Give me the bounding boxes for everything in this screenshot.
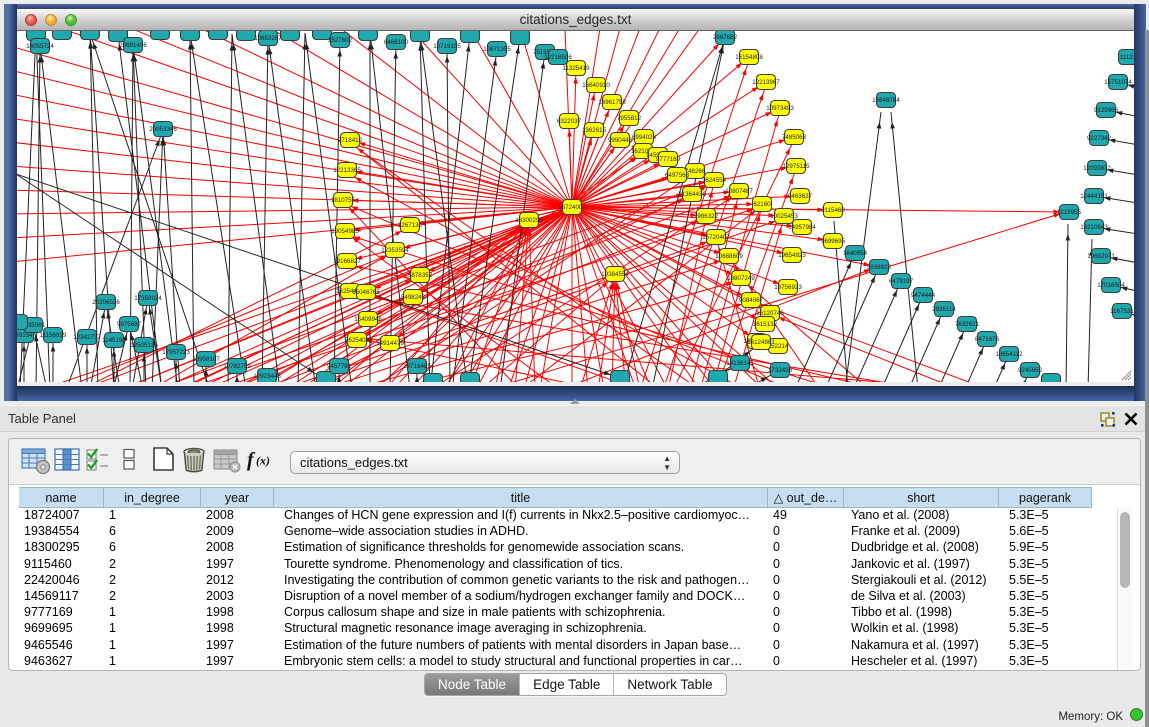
svg-text:10782759: 10782759 bbox=[223, 363, 251, 370]
svg-text:20053346: 20053346 bbox=[149, 126, 177, 133]
svg-text:20206526: 20206526 bbox=[92, 299, 120, 306]
svg-text:3267130: 3267130 bbox=[398, 222, 423, 229]
svg-text:7632621: 7632621 bbox=[955, 321, 980, 328]
svg-text:1362615: 1362615 bbox=[582, 127, 607, 134]
svg-text:10958107: 10958107 bbox=[192, 356, 220, 363]
svg-text:10807487: 10807487 bbox=[725, 188, 753, 195]
svg-text:10654112: 10654112 bbox=[995, 351, 1023, 358]
svg-text:9227342: 9227342 bbox=[1087, 135, 1112, 142]
svg-text:16124861: 16124861 bbox=[747, 339, 775, 346]
svg-text:1167531: 1167531 bbox=[1110, 308, 1134, 315]
svg-text:17016504: 17016504 bbox=[1097, 282, 1125, 289]
svg-text:6994028: 6994028 bbox=[632, 134, 657, 141]
svg-text:16210643: 16210643 bbox=[1080, 224, 1108, 231]
svg-text:12505135: 12505135 bbox=[130, 342, 158, 349]
svg-text:12093872: 12093872 bbox=[1083, 165, 1111, 172]
svg-text:12444151: 12444151 bbox=[1080, 193, 1108, 200]
svg-text:12342737: 12342737 bbox=[73, 334, 101, 341]
svg-text:16640910: 16640910 bbox=[582, 82, 610, 89]
svg-text:1215955: 1215955 bbox=[1057, 209, 1082, 216]
svg-text:11325419: 11325419 bbox=[562, 65, 590, 72]
svg-text:18300295: 18300295 bbox=[515, 217, 543, 224]
svg-text:18807249: 18807249 bbox=[727, 275, 755, 282]
svg-text:19384554: 19384554 bbox=[601, 271, 629, 278]
svg-text:10719155: 10719155 bbox=[433, 43, 461, 50]
svg-text:10025453: 10025453 bbox=[770, 213, 798, 220]
svg-text:1145194: 1145194 bbox=[102, 337, 126, 344]
svg-text:9777169: 9777169 bbox=[656, 156, 681, 163]
svg-text:7485063: 7485063 bbox=[782, 134, 807, 141]
svg-text:9115460: 9115460 bbox=[821, 207, 845, 214]
svg-text:f: f bbox=[247, 449, 256, 471]
svg-text:19054985: 19054985 bbox=[331, 228, 359, 235]
svg-text:1733426: 1733426 bbox=[768, 367, 793, 374]
svg-text:9699695: 9699695 bbox=[821, 238, 846, 245]
svg-text:5878352: 5878352 bbox=[408, 272, 433, 279]
svg-text:21364436: 21364436 bbox=[678, 191, 706, 198]
svg-text:2718412: 2718412 bbox=[338, 137, 363, 144]
svg-text:2687682: 2687682 bbox=[713, 34, 738, 41]
svg-text:13716485: 13716485 bbox=[403, 363, 431, 370]
svg-text:6466100: 6466100 bbox=[384, 39, 409, 46]
svg-text:11156829: 11156829 bbox=[40, 332, 67, 339]
svg-text:9245652: 9245652 bbox=[1018, 367, 1043, 374]
svg-text:10653267: 10653267 bbox=[254, 35, 282, 42]
svg-text:7955812: 7955812 bbox=[617, 115, 642, 122]
svg-text:12218506: 12218506 bbox=[544, 54, 572, 61]
svg-text:1810755: 1810755 bbox=[331, 197, 356, 204]
svg-text:19692971: 19692971 bbox=[1087, 253, 1115, 260]
svg-text:20691406: 20691406 bbox=[119, 42, 147, 49]
svg-text:19166827: 19166827 bbox=[333, 258, 361, 265]
svg-text:12213967: 12213967 bbox=[752, 79, 780, 86]
svg-text:15409948: 15409948 bbox=[354, 316, 382, 323]
svg-text:39154: 39154 bbox=[17, 332, 33, 339]
svg-text:5498242: 5498242 bbox=[401, 294, 426, 301]
svg-text:1640954: 1640954 bbox=[843, 250, 868, 257]
svg-text:9975687: 9975687 bbox=[117, 321, 142, 328]
svg-text:7986322: 7986322 bbox=[694, 213, 719, 220]
svg-text:9463627: 9463627 bbox=[788, 193, 813, 200]
svg-text:18724007: 18724007 bbox=[558, 204, 586, 211]
svg-text:8471676: 8471676 bbox=[975, 336, 1000, 343]
svg-text:16648784: 16648784 bbox=[872, 97, 900, 104]
svg-text:14957984: 14957984 bbox=[788, 224, 816, 231]
svg-text:9474444: 9474444 bbox=[911, 292, 936, 299]
svg-text:17957223: 17957223 bbox=[162, 349, 190, 356]
svg-text:12923448: 12923448 bbox=[253, 373, 281, 380]
svg-text:19654923: 19654923 bbox=[778, 252, 806, 259]
svg-text:10973493: 10973493 bbox=[766, 105, 794, 112]
svg-text:1527602: 1527602 bbox=[328, 37, 353, 44]
svg-text:14914479: 14914479 bbox=[376, 340, 404, 347]
svg-text:15046766: 15046766 bbox=[352, 289, 380, 296]
svg-text:9457791: 9457791 bbox=[327, 363, 352, 370]
svg-text:16961758: 16961758 bbox=[598, 99, 626, 106]
svg-text:11121: 11121 bbox=[1120, 54, 1134, 61]
svg-text:62160: 62160 bbox=[753, 201, 771, 208]
svg-text:10671355: 10671355 bbox=[483, 46, 511, 53]
svg-text:5938923: 5938923 bbox=[867, 264, 892, 271]
svg-text:14055724: 14055724 bbox=[26, 43, 54, 50]
svg-text:6497568: 6497568 bbox=[665, 172, 690, 179]
svg-text:6479197: 6479197 bbox=[889, 278, 914, 285]
svg-text:10688609: 10688609 bbox=[715, 253, 743, 260]
svg-text:7625402: 7625402 bbox=[345, 337, 370, 344]
svg-text:9084067: 9084067 bbox=[739, 297, 764, 304]
svg-text:9129966: 9129966 bbox=[1094, 107, 1119, 114]
svg-text:6322037: 6322037 bbox=[557, 118, 582, 125]
svg-text:12975115: 12975115 bbox=[782, 163, 810, 170]
svg-text:12213365: 12213365 bbox=[333, 167, 361, 174]
svg-text:3624554: 3624554 bbox=[702, 177, 727, 184]
svg-text:16154808: 16154808 bbox=[735, 54, 763, 61]
svg-text:17359924: 17359924 bbox=[134, 295, 162, 302]
svg-text:15720407: 15720407 bbox=[702, 234, 730, 241]
svg-text:19756923: 19756923 bbox=[774, 284, 802, 291]
svg-text:14136141: 14136141 bbox=[726, 360, 754, 367]
svg-text:15751074: 15751074 bbox=[1104, 79, 1132, 86]
svg-text:2935114: 2935114 bbox=[932, 306, 956, 313]
svg-text:12353594: 12353594 bbox=[381, 247, 409, 254]
svg-text:9990448: 9990448 bbox=[608, 137, 633, 144]
svg-text:(x): (x) bbox=[256, 454, 270, 468]
svg-text:1615132: 1615132 bbox=[753, 321, 778, 328]
